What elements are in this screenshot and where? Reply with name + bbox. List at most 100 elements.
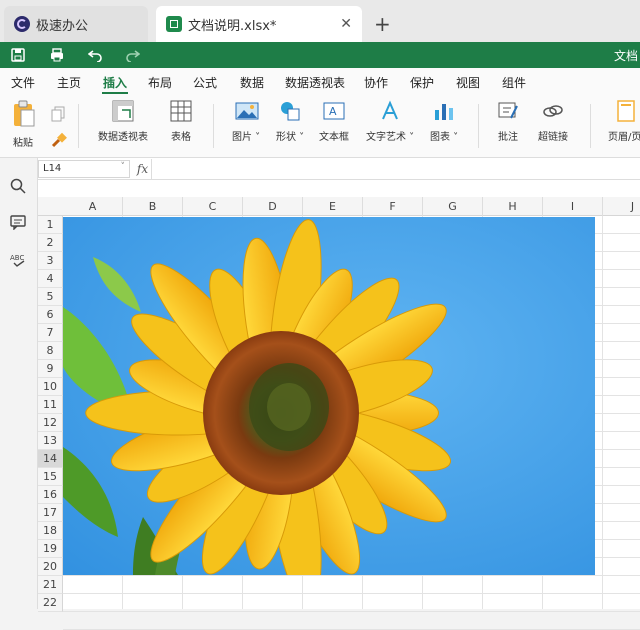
- column-header-a[interactable]: A: [63, 197, 123, 216]
- menu-collaborate[interactable]: 协作: [364, 74, 388, 91]
- menu-pivot-table[interactable]: 数据透视表: [285, 74, 345, 91]
- column-header-h[interactable]: H: [483, 197, 543, 216]
- column-header-g[interactable]: G: [423, 197, 483, 216]
- tab-label: 文档说明.xlsx*: [188, 18, 277, 34]
- header-footer-button[interactable]: 页眉/页: [608, 100, 640, 143]
- row-header-3[interactable]: 3: [38, 252, 63, 270]
- row-header-10[interactable]: 10: [38, 378, 63, 396]
- column-header-b[interactable]: B: [123, 197, 183, 216]
- ribbon-separator: [478, 104, 479, 148]
- chevron-down-icon[interactable]: ˅: [121, 162, 126, 172]
- copy-button[interactable]: [51, 106, 73, 128]
- inserted-picture[interactable]: [63, 217, 595, 575]
- document-title: 文档: [613, 49, 638, 63]
- menu-data[interactable]: 数据: [240, 74, 264, 91]
- menu-layout[interactable]: 布局: [148, 74, 172, 91]
- copy-icon: [51, 106, 73, 128]
- pivot-table-label: 数据透视表: [98, 132, 148, 143]
- shape-button[interactable]: 形状 ˅: [276, 100, 304, 143]
- pivot-table-button[interactable]: 数据透视表: [98, 100, 148, 143]
- row-header-13[interactable]: 13: [38, 432, 63, 450]
- shape-icon: [279, 100, 301, 122]
- row-header-5[interactable]: 5: [38, 288, 63, 306]
- row-header-12[interactable]: 12: [38, 414, 63, 432]
- comment-panel-icon[interactable]: [10, 214, 28, 232]
- tab-app-home[interactable]: 极速办公: [4, 6, 148, 42]
- paste-icon: [12, 100, 35, 127]
- menu-protect[interactable]: 保护: [410, 74, 434, 91]
- row-header-8[interactable]: 8: [38, 342, 63, 360]
- column-header-i[interactable]: I: [543, 197, 603, 216]
- column-header-j[interactable]: J: [603, 197, 640, 216]
- search-icon[interactable]: [10, 178, 28, 196]
- header-footer-icon: [614, 100, 636, 122]
- textbox-label: 文本框: [319, 132, 349, 143]
- row-header-21[interactable]: 21: [38, 576, 63, 594]
- svg-text:A: A: [329, 105, 337, 118]
- table-button[interactable]: 表格: [170, 100, 192, 143]
- row-header-9[interactable]: 9: [38, 360, 63, 378]
- comment-label: 批注: [498, 132, 518, 143]
- table-icon: [170, 100, 192, 122]
- grid-line: [63, 611, 640, 612]
- row-header-6[interactable]: 6: [38, 306, 63, 324]
- save-icon[interactable]: [9, 46, 27, 64]
- grid-line: [63, 593, 640, 594]
- wordart-button[interactable]: 文字艺术 ˅: [366, 100, 414, 143]
- menu-view[interactable]: 视图: [456, 74, 480, 91]
- menu-formula[interactable]: 公式: [193, 74, 217, 91]
- formula-bar: L14 ˅ fx: [38, 158, 640, 180]
- picture-button[interactable]: 图片 ˅: [232, 100, 260, 143]
- comment-button[interactable]: 批注: [497, 100, 519, 143]
- hyperlink-icon: [542, 100, 564, 122]
- left-sidebar: ABC: [0, 158, 38, 609]
- row-header-15[interactable]: 15: [38, 468, 63, 486]
- column-header-d[interactable]: D: [243, 197, 303, 216]
- ribbon-toolbar: 粘贴 数据透视表 表格 图片 ˅ 形状 ˅ A 文本框 文字艺术 ˅ 图表 ˅ …: [0, 96, 640, 158]
- row-header-19[interactable]: 19: [38, 540, 63, 558]
- new-tab-button[interactable]: +: [374, 12, 391, 36]
- menu-insert[interactable]: 插入: [103, 74, 127, 91]
- shape-label: 形状 ˅: [276, 132, 305, 143]
- row-header-11[interactable]: 11: [38, 396, 63, 414]
- grid-line: [63, 575, 640, 576]
- print-icon[interactable]: [48, 46, 66, 64]
- name-box[interactable]: L14 ˅: [38, 160, 130, 178]
- format-painter-button[interactable]: [51, 132, 73, 154]
- row-header-17[interactable]: 17: [38, 504, 63, 522]
- column-header-c[interactable]: C: [183, 197, 243, 216]
- spellcheck-icon[interactable]: ABC: [10, 252, 28, 270]
- textbox-button[interactable]: A 文本框: [319, 100, 349, 143]
- row-header-1[interactable]: 1: [38, 216, 63, 234]
- spreadsheet-icon: [166, 16, 182, 32]
- undo-icon[interactable]: [86, 46, 104, 64]
- chart-button[interactable]: 图表 ˅: [430, 100, 458, 143]
- row-header-14[interactable]: 14: [38, 450, 63, 468]
- hyperlink-button[interactable]: 超链接: [538, 100, 568, 143]
- header-footer-label: 页眉/页: [608, 132, 640, 143]
- app-logo-icon: [14, 16, 30, 32]
- function-icon[interactable]: fx: [134, 159, 152, 179]
- row-header-4[interactable]: 4: [38, 270, 63, 288]
- column-header-e[interactable]: E: [303, 197, 363, 216]
- redo-icon[interactable]: [124, 46, 142, 64]
- row-header-22[interactable]: 22: [38, 594, 63, 612]
- tab-document[interactable]: 文档说明.xlsx* ✕: [156, 6, 362, 42]
- row-header-18[interactable]: 18: [38, 522, 63, 540]
- menu-home[interactable]: 主页: [57, 74, 81, 91]
- textbox-icon: A: [323, 100, 345, 122]
- close-tab-icon[interactable]: ✕: [340, 16, 352, 32]
- picture-label: 图片 ˅: [232, 132, 261, 143]
- active-menu-indicator: [102, 92, 128, 94]
- grid-line: [602, 216, 603, 609]
- menu-file[interactable]: 文件: [11, 74, 35, 91]
- menu-components[interactable]: 组件: [502, 74, 526, 91]
- row-header-16[interactable]: 16: [38, 486, 63, 504]
- chart-icon: [433, 100, 455, 122]
- row-header-7[interactable]: 7: [38, 324, 63, 342]
- paste-button[interactable]: 粘贴: [12, 100, 35, 149]
- ribbon-separator: [590, 104, 591, 148]
- column-header-f[interactable]: F: [363, 197, 423, 216]
- row-header-2[interactable]: 2: [38, 234, 63, 252]
- row-header-20[interactable]: 20: [38, 558, 63, 576]
